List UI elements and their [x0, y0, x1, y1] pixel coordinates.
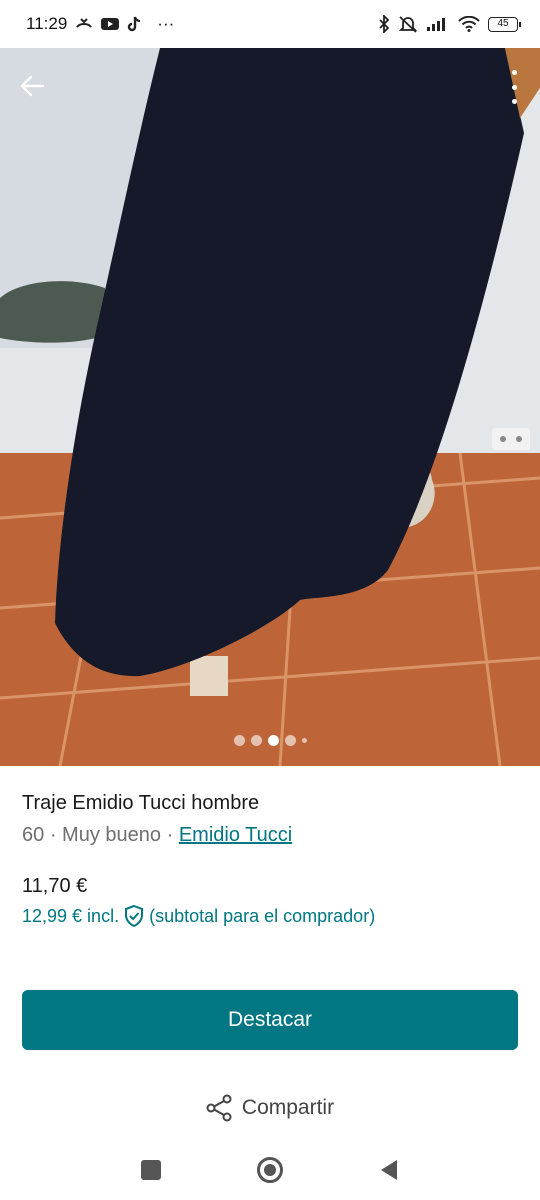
- bluetooth-icon: [379, 15, 390, 33]
- status-bar: 11:29 ··· 45: [0, 0, 540, 48]
- back-triangle-icon[interactable]: [379, 1159, 399, 1181]
- status-time: 11:29: [26, 14, 68, 33]
- battery-indicator: 45: [488, 16, 521, 32]
- youtube-icon: [101, 18, 120, 30]
- system-navigation-bar: [0, 1140, 540, 1200]
- missed-call-icon: [76, 18, 93, 28]
- price-incl-text: 12,99 € incl.: [22, 905, 120, 926]
- shield-check-icon: [125, 905, 144, 927]
- carousel-dot[interactable]: [250, 735, 262, 746]
- product-photo: [0, 48, 540, 766]
- share-button[interactable]: Compartir: [0, 1094, 540, 1122]
- share-icon: [206, 1094, 232, 1122]
- back-arrow-icon: [20, 75, 45, 97]
- mute-icon: [398, 16, 418, 33]
- listing-meta: 60 · Muy bueno · Emidio Tucci: [22, 824, 292, 847]
- recents-icon[interactable]: [141, 1160, 161, 1180]
- carousel-dot[interactable]: [233, 735, 245, 746]
- product-photo-carousel[interactable]: [0, 48, 540, 766]
- tiktok-icon: [128, 16, 141, 32]
- wifi-icon: [458, 16, 480, 32]
- listing-title: Traje Emidio Tucci hombre: [22, 792, 260, 814]
- buyer-protection-price[interactable]: 12,99 € incl. (subtotal para el comprado…: [22, 905, 375, 927]
- brand-link[interactable]: Emidio Tucci: [179, 824, 292, 846]
- carousel-dot[interactable]: [301, 738, 307, 743]
- meta-separator: ·: [49, 824, 57, 846]
- bump-button[interactable]: Destacar: [22, 990, 518, 1050]
- status-more: ···: [157, 14, 175, 33]
- meta-separator: ·: [166, 824, 174, 846]
- home-icon[interactable]: [257, 1157, 283, 1183]
- listing-condition: Muy bueno: [62, 824, 162, 846]
- price-note: (subtotal para el comprador): [149, 905, 376, 926]
- more-vertical-icon[interactable]: [508, 70, 520, 104]
- signal-icon: [427, 18, 445, 31]
- back-button[interactable]: [14, 68, 50, 104]
- carousel-dot[interactable]: [284, 735, 296, 746]
- listing-size: 60: [22, 824, 45, 846]
- share-label: Compartir: [241, 1096, 335, 1119]
- listing-price: 11,70 €: [22, 875, 88, 897]
- carousel-pagination: [0, 735, 540, 746]
- carousel-dot-active[interactable]: [267, 735, 279, 746]
